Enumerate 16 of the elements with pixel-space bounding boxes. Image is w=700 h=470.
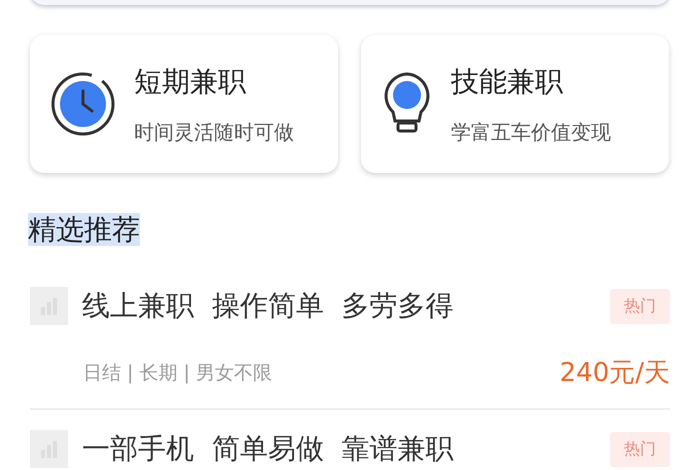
image-placeholder: [30, 287, 68, 325]
job-salary: 240元/天: [560, 357, 670, 390]
category-card[interactable]: 技能兼职 学富五车价值变现: [361, 35, 669, 173]
clock-icon: [50, 71, 116, 137]
category-title: 技能兼职: [451, 64, 564, 100]
hot-tag: 热门: [610, 288, 670, 324]
category-title: 短期兼职: [134, 64, 247, 100]
category-subtitle: 时间灵活随时可做: [134, 118, 294, 146]
category-subtitle: 学富五车价值变现: [451, 118, 611, 146]
section-title: 精选推荐: [28, 213, 140, 246]
category-card[interactable]: 短期兼职 时间灵活随时可做: [30, 35, 338, 173]
job-title[interactable]: 一部手机 简单易做 靠谱兼职: [82, 433, 454, 465]
job-title[interactable]: 线上兼职 操作简单 多劳多得: [82, 290, 454, 322]
job-details: 日结 | 长期 | 男女不限: [82, 360, 272, 386]
image-placeholder: [30, 430, 68, 468]
hot-tag: 热门: [610, 432, 670, 466]
